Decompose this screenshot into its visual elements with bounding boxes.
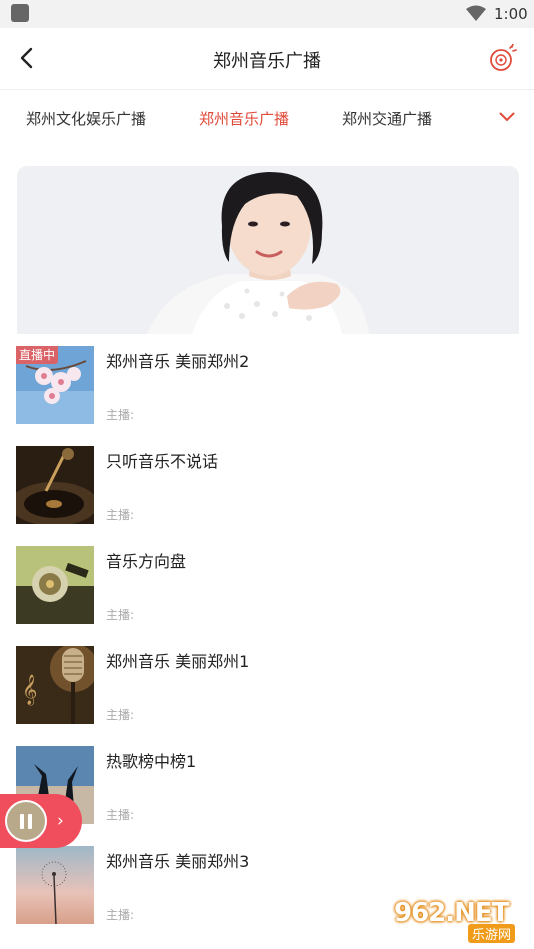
tab-zhengzhou-music[interactable]: 郑州音乐广播 [199, 108, 289, 129]
status-time: 1:00 [494, 5, 528, 23]
program-title: 热歌榜中榜1 [106, 752, 197, 771]
vinyl-record-icon [490, 44, 517, 71]
watermark-sub: 乐游网 [468, 924, 516, 943]
program-item[interactable]: 音乐方向盘 主播: [0, 546, 534, 626]
tab-zhengzhou-traffic[interactable]: 郑州交通广播 [342, 108, 432, 129]
program-title: 郑州音乐 美丽郑州1 [106, 652, 250, 671]
program-host: 主播: [106, 608, 135, 622]
host-portrait-image [17, 166, 519, 334]
expand-tabs-button[interactable] [494, 104, 520, 130]
notification-app-icon [11, 4, 29, 22]
svg-text:𝄞: 𝄞 [22, 674, 37, 706]
wifi-icon [466, 5, 486, 21]
program-item[interactable]: 只听音乐不说话 主播: [0, 446, 534, 526]
program-thumbnail [16, 846, 94, 924]
record-button[interactable] [488, 44, 518, 74]
program-item[interactable]: 𝄞 郑州音乐 美丽郑州1 主播: [0, 646, 534, 726]
site-watermark-logo: 962.NET 乐游网 [394, 898, 532, 946]
program-title: 郑州音乐 美丽郑州3 [106, 852, 250, 871]
tab-zhengzhou-culture[interactable]: 郑州文化娱乐广播 [26, 108, 146, 129]
program-host: 主播: [106, 908, 135, 922]
chevron-right-icon[interactable]: › [57, 811, 64, 831]
channel-tabs: 郑州文化娱乐广播 郑州音乐广播 郑州交通广播 [0, 90, 534, 146]
program-thumbnail [16, 546, 94, 624]
program-item[interactable]: 直播中 郑州音乐 美丽郑州2 主播: [0, 346, 534, 426]
pause-icon [20, 813, 32, 829]
program-thumbnail: 直播中 [16, 346, 94, 424]
status-bar: 1:00 [0, 0, 534, 28]
program-host: 主播: [106, 808, 135, 822]
program-host: 主播: [106, 508, 135, 522]
pause-button[interactable] [5, 800, 47, 842]
header: 郑州音乐广播 [0, 28, 534, 90]
live-badge: 直播中 [16, 346, 59, 364]
program-thumbnail: 𝄞 [16, 646, 94, 724]
mini-player[interactable]: › [0, 794, 82, 848]
program-title: 只听音乐不说话 [106, 452, 219, 471]
program-title: 音乐方向盘 [106, 552, 187, 571]
program-thumbnail [16, 446, 94, 524]
host-banner[interactable] [17, 166, 519, 334]
chevron-down-icon [499, 112, 515, 121]
program-host: 主播: [106, 408, 135, 422]
page-title: 郑州音乐广播 [213, 51, 321, 72]
program-title: 郑州音乐 美丽郑州2 [106, 352, 250, 371]
program-host: 主播: [106, 708, 135, 722]
